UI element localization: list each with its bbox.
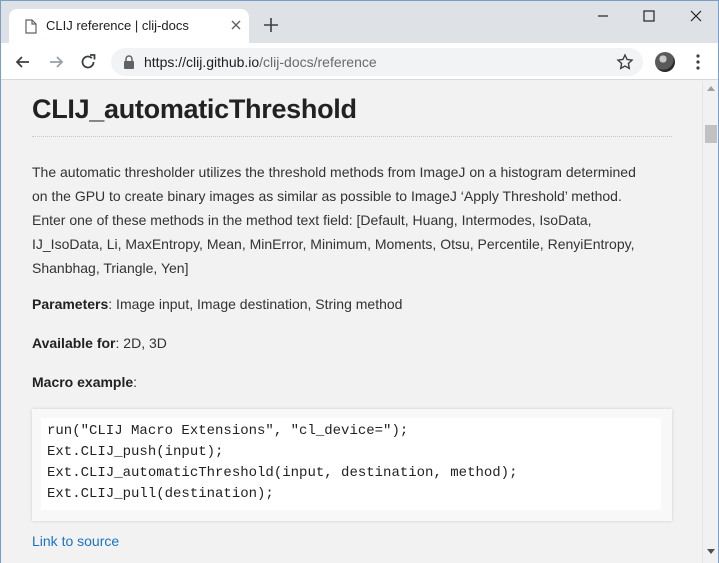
url-text[interactable]: https://clij.github.io/clij-docs/referen…	[144, 54, 377, 70]
code-line: Ext.CLIJ_pull(destination);	[47, 486, 274, 502]
browser-toolbar: https://clij.github.io/clij-docs/referen…	[1, 43, 718, 80]
url-path: /clij-docs/reference	[259, 54, 377, 70]
scroll-up-icon[interactable]	[707, 85, 715, 91]
description: The automatic thresholder utilizes the t…	[32, 160, 682, 280]
parameters-value: : Image input, Image destination, String…	[108, 296, 403, 312]
plus-icon[interactable]	[262, 16, 280, 34]
code-block: run("CLIJ Macro Extensions", "cl_device=…	[32, 409, 672, 521]
page-title: CLIJ_automaticThreshold	[32, 94, 357, 124]
macro-label: Macro example	[32, 374, 134, 390]
title-divider	[32, 136, 672, 137]
lock-icon[interactable]	[123, 55, 135, 69]
code-inner[interactable]: run("CLIJ Macro Extensions", "cl_device=…	[41, 418, 661, 510]
scroll-down-icon[interactable]	[707, 549, 715, 555]
tab-title: CLIJ reference | clij-docs	[46, 18, 189, 33]
arrow-right-icon[interactable]	[46, 52, 66, 72]
available-value: : 2D, 3D	[115, 335, 167, 351]
page-content: CLIJ_automaticThreshold The automatic th…	[1, 81, 702, 563]
close-window-icon[interactable]	[686, 7, 706, 25]
macro-suffix: :	[133, 374, 138, 390]
code-line: Ext.CLIJ_automaticThreshold(input, desti…	[47, 465, 518, 481]
macro-line: Macro example:	[32, 374, 137, 390]
address-bar[interactable]: https://clij.github.io/clij-docs/referen…	[111, 48, 643, 76]
available-line: Available for: 2D, 3D	[32, 335, 167, 351]
tab-clij-reference[interactable]: CLIJ reference | clij-docs	[9, 9, 249, 43]
minimize-icon[interactable]	[593, 7, 613, 25]
star-icon[interactable]	[616, 53, 634, 71]
avatar[interactable]	[655, 52, 675, 72]
description-line: Enter one of these methods in the method…	[32, 212, 592, 228]
scrollbar-thumb[interactable]	[705, 125, 717, 143]
parameters-line: Parameters: Image input, Image destinati…	[32, 296, 402, 312]
kebab-menu-icon[interactable]	[691, 53, 705, 71]
page-scrollbar[interactable]	[702, 81, 718, 563]
tab-strip: CLIJ reference | clij-docs	[1, 1, 718, 43]
document-icon	[25, 19, 37, 34]
description-line: IJ_IsoData, Li, MaxEntropy, Mean, MinErr…	[32, 236, 635, 252]
url-host: https://clij.github.io	[144, 54, 260, 70]
description-line: The automatic thresholder utilizes the t…	[32, 164, 636, 180]
code-line: run("CLIJ Macro Extensions", "cl_device=…	[47, 423, 409, 439]
description-line: Shanbhag, Triangle, Yen]	[32, 260, 189, 276]
available-label: Available for	[32, 335, 116, 351]
arrow-left-icon[interactable]	[13, 52, 33, 72]
parameters-label: Parameters	[32, 296, 109, 312]
close-icon[interactable]	[227, 16, 245, 34]
code-line: Ext.CLIJ_push(input);	[47, 444, 224, 460]
reload-icon[interactable]	[78, 52, 98, 72]
source-link[interactable]: Link to source	[32, 533, 119, 549]
description-line: on the GPU to create binary images as si…	[32, 188, 622, 204]
maximize-icon[interactable]	[639, 7, 659, 25]
browser-window: CLIJ reference | clij-docs https://clij.…	[0, 0, 719, 563]
